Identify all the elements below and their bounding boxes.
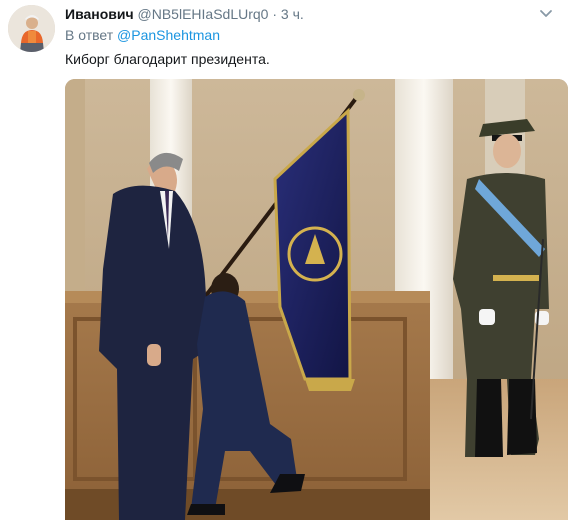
- author-handle[interactable]: @NB5lEHIaSdLUrq0: [138, 6, 269, 22]
- tweet-photo[interactable]: [65, 79, 568, 520]
- tweet-text: Киборг благодарит президента.: [65, 51, 270, 67]
- ceremony-photo: [65, 79, 568, 520]
- reply-prefix: В ответ: [65, 27, 114, 43]
- reply-context: В ответ @PanShehtman: [65, 26, 220, 44]
- tweet[interactable]: Иванович @NB5lEHIaSdLUrq0 · 3 ч. В ответ…: [0, 0, 569, 520]
- meta-separator: ·: [272, 6, 278, 22]
- avatar-image: [8, 5, 55, 52]
- author-avatar[interactable]: [8, 5, 55, 52]
- chevron-down-icon[interactable]: [537, 5, 555, 23]
- tweet-header: Иванович @NB5lEHIaSdLUrq0 · 3 ч.: [65, 5, 555, 23]
- reply-to-link[interactable]: @PanShehtman: [117, 27, 220, 43]
- tweet-timestamp[interactable]: 3 ч.: [281, 6, 304, 22]
- author-name[interactable]: Иванович: [65, 6, 134, 22]
